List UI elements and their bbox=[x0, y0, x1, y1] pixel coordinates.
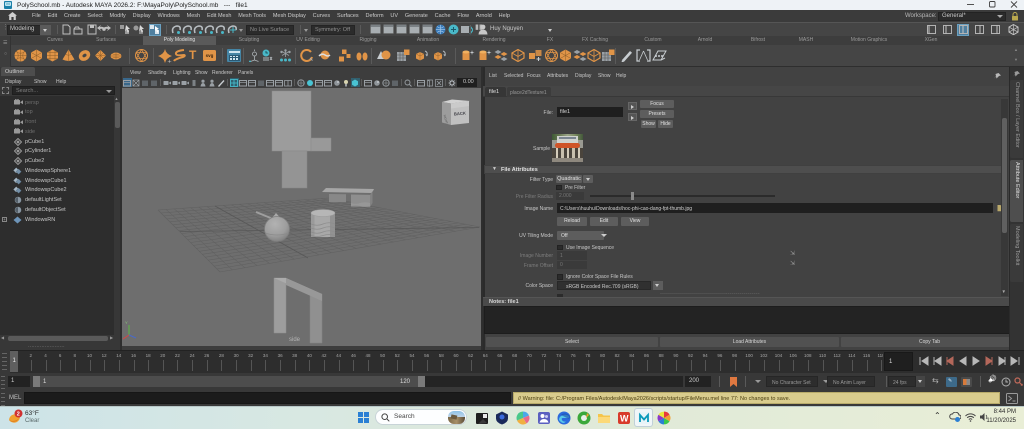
svg-text:side: side bbox=[289, 337, 301, 343]
svg-text:W: W bbox=[620, 413, 629, 423]
svg-text:Y: Y bbox=[125, 320, 128, 325]
svg-text:2: 2 bbox=[17, 412, 20, 418]
